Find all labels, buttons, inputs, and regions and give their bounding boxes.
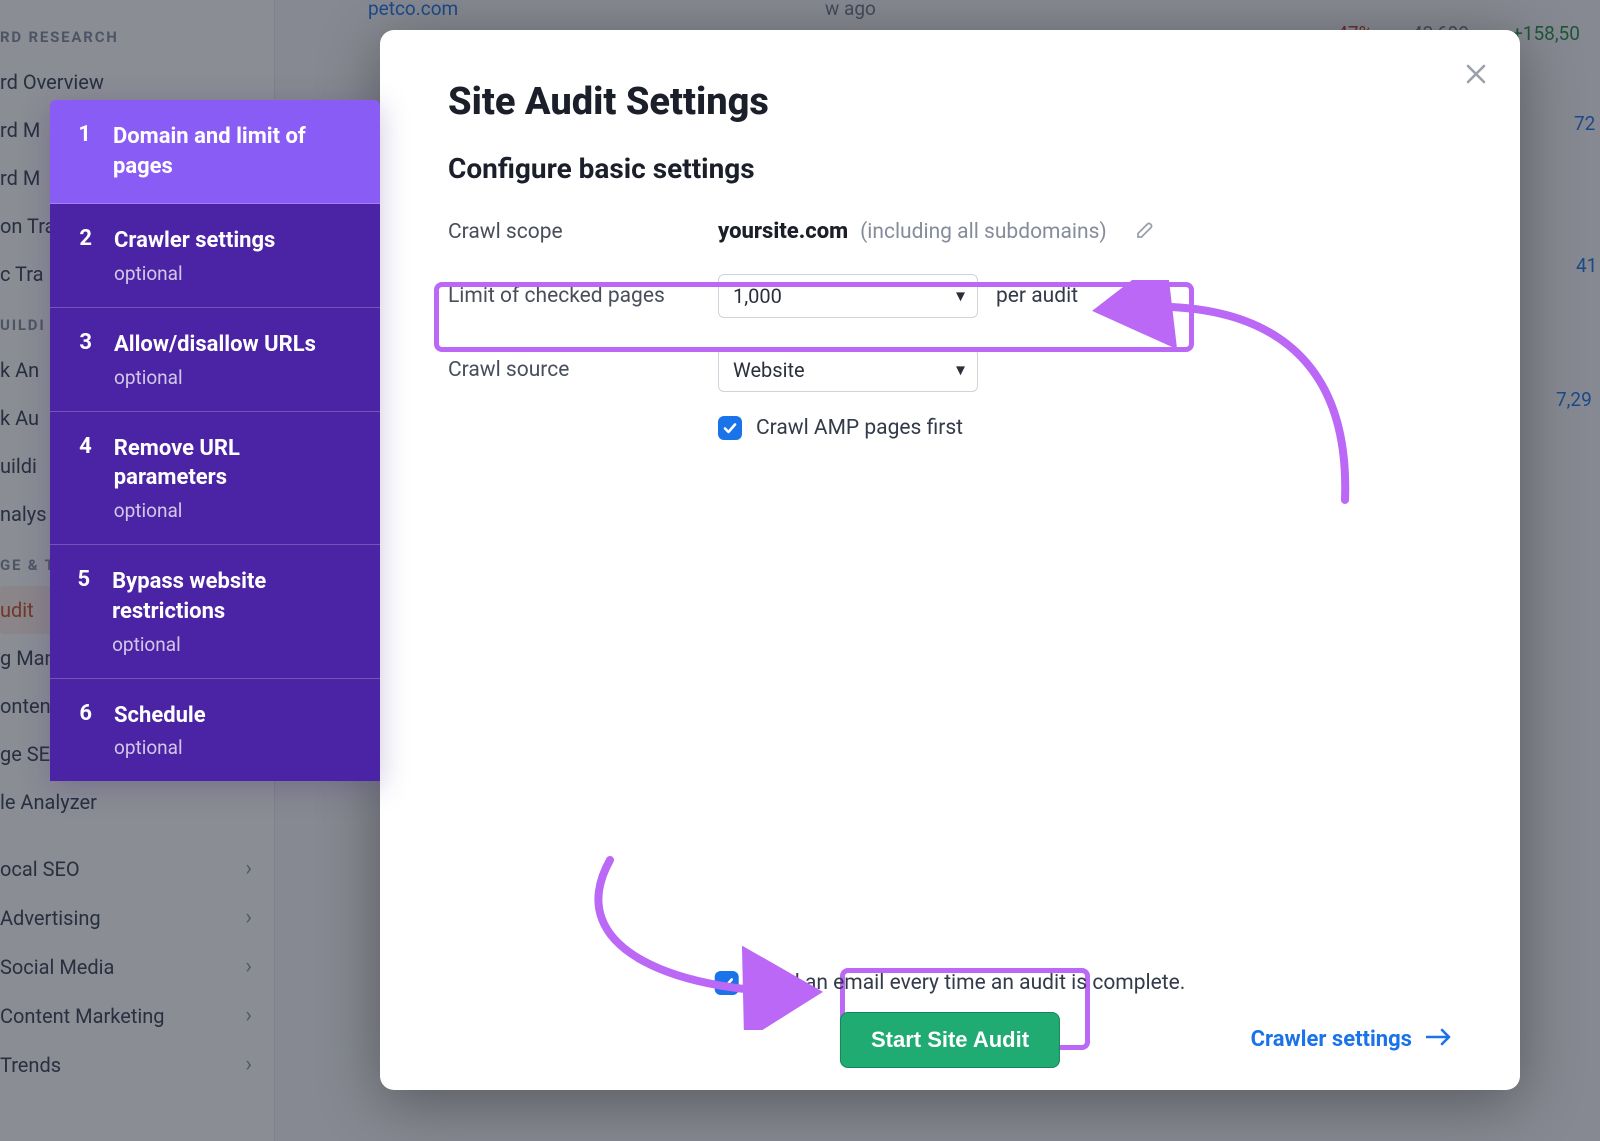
limit-pages-select[interactable]: 1,000 ▾ [718, 274, 978, 318]
crawler-settings-label: Crawler settings [1251, 1027, 1412, 1052]
crawl-source-value: Website [733, 358, 805, 382]
wizard-step-optional: optional [114, 499, 356, 522]
email-checkbox[interactable] [715, 971, 739, 995]
wizard-step-number: 6 [74, 701, 92, 760]
crawl-source-select[interactable]: Website ▾ [718, 348, 978, 392]
wizard-step-optional: optional [112, 633, 356, 656]
check-icon [719, 975, 735, 991]
crawler-settings-link[interactable]: Crawler settings [1251, 1027, 1452, 1052]
wizard-step-2[interactable]: 2 Crawler settings optional [50, 204, 380, 308]
wizard-step-title: Bypass website restrictions [112, 567, 356, 626]
row-limit-pages: Limit of checked pages 1,000 ▾ per audit [448, 274, 1452, 318]
check-icon [722, 420, 738, 436]
chevron-down-icon: ▾ [956, 286, 965, 307]
chevron-down-icon: ▾ [956, 360, 965, 381]
limit-pages-value: 1,000 [733, 284, 782, 308]
row-crawl-source: Crawl source Website ▾ [448, 348, 1452, 392]
edit-scope-button[interactable] [1135, 220, 1155, 244]
crawl-scope-note: (including all subdomains) [860, 220, 1107, 244]
amp-checkbox-label: Crawl AMP pages first [756, 416, 963, 440]
wizard-step-6[interactable]: 6 Schedule optional [50, 679, 380, 782]
wizard-steps-sidebar: 1 Domain and limit of pages 2 Crawler se… [50, 100, 380, 781]
wizard-step-number: 4 [74, 434, 92, 522]
settings-form: Crawl scope yoursite.com (including all … [448, 219, 1452, 440]
wizard-step-title: Remove URL parameters [114, 434, 356, 493]
pencil-icon [1135, 220, 1155, 240]
row-amp-checkbox: Crawl AMP pages first [718, 416, 1452, 440]
close-button[interactable] [1460, 58, 1492, 90]
limit-pages-label: Limit of checked pages [448, 284, 718, 308]
wizard-step-number: 3 [74, 330, 92, 389]
limit-pages-suffix: per audit [996, 284, 1078, 308]
start-button-label: Start Site Audit [871, 1027, 1029, 1053]
start-site-audit-button[interactable]: Start Site Audit [840, 1012, 1060, 1068]
wizard-step-optional: optional [114, 262, 275, 285]
wizard-step-number: 1 [74, 122, 91, 181]
wizard-step-3[interactable]: 3 Allow/disallow URLs optional [50, 308, 380, 412]
wizard-step-5[interactable]: 5 Bypass website restrictions optional [50, 545, 380, 678]
wizard-step-number: 5 [74, 567, 90, 655]
crawl-scope-label: Crawl scope [448, 220, 718, 244]
modal-footer: Send an email every time an audit is com… [380, 1027, 1520, 1052]
email-checkbox-label: Send an email every time an audit is com… [753, 971, 1186, 995]
wizard-step-1[interactable]: 1 Domain and limit of pages [50, 100, 380, 204]
wizard-step-title: Crawler settings [114, 226, 275, 256]
modal-title: Site Audit Settings [448, 80, 1452, 124]
wizard-step-title: Allow/disallow URLs [114, 330, 316, 360]
close-icon [1465, 63, 1487, 85]
crawl-scope-domain: yoursite.com [718, 219, 848, 244]
wizard-step-title: Domain and limit of pages [113, 122, 356, 181]
wizard-step-number: 2 [74, 226, 92, 285]
amp-checkbox[interactable] [718, 416, 742, 440]
wizard-step-4[interactable]: 4 Remove URL parameters optional [50, 412, 380, 545]
row-email-checkbox: Send an email every time an audit is com… [715, 971, 1186, 995]
crawl-source-label: Crawl source [448, 358, 718, 382]
wizard-step-optional: optional [114, 366, 316, 389]
row-crawl-scope: Crawl scope yoursite.com (including all … [448, 219, 1452, 244]
wizard-step-optional: optional [114, 736, 206, 759]
wizard-step-title: Schedule [114, 701, 206, 731]
modal-subtitle: Configure basic settings [448, 152, 1452, 185]
arrow-right-icon [1426, 1027, 1452, 1052]
site-audit-settings-modal: Site Audit Settings Configure basic sett… [380, 30, 1520, 1090]
